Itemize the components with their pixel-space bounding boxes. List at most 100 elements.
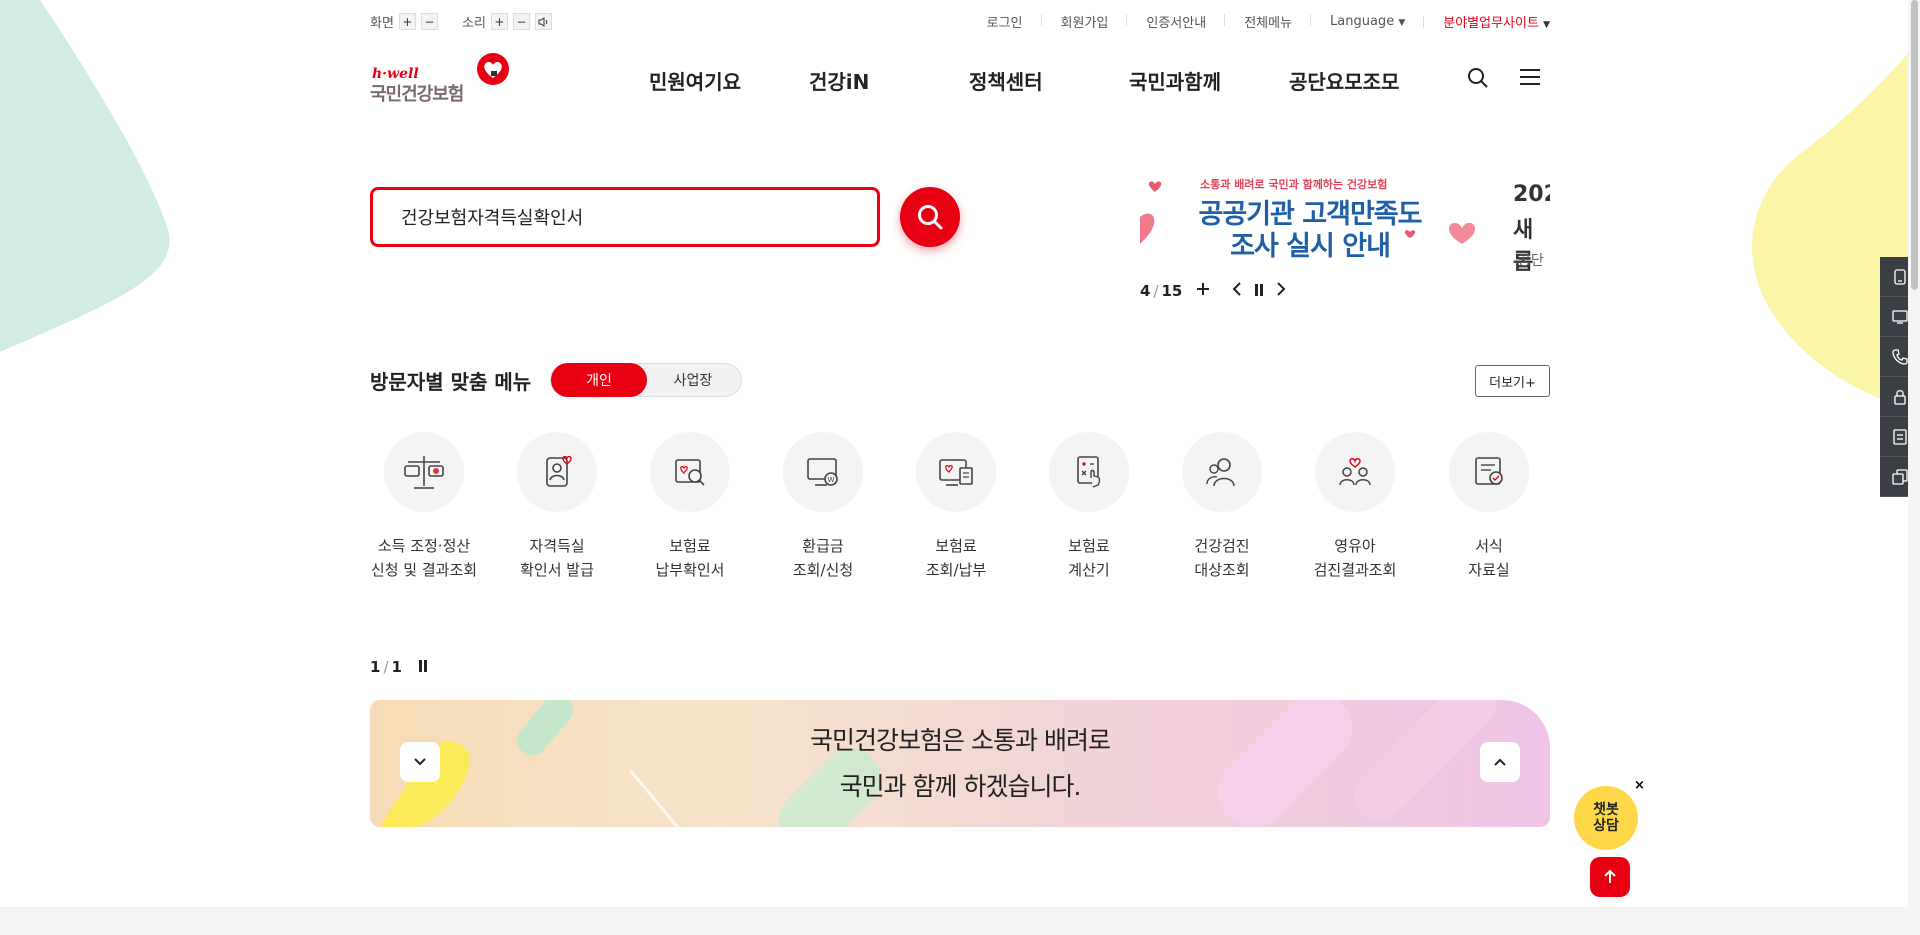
service-income-adjustment[interactable]: 소득 조정·정산신청 및 결과조회	[357, 432, 491, 582]
main-search-input[interactable]: 건강보험자격득실확인서	[370, 187, 880, 247]
banner-plus-icon[interactable]	[1196, 282, 1210, 300]
promo-strip: 국민건강보험은 소통과 배려로 국민과 함께 하겠습니다.	[370, 700, 1550, 827]
promo-pager: 1/1	[370, 658, 428, 676]
certificate-guide-link[interactable]: 인증서안내	[1127, 12, 1226, 31]
caret-down-icon: ▼	[1543, 20, 1550, 30]
nav-item-civil-service[interactable]: 민원여기요	[649, 66, 741, 95]
volume-down-button[interactable]: −	[512, 13, 530, 30]
banner-total: 15	[1161, 282, 1183, 300]
service-label-line1: 서식	[1475, 537, 1503, 555]
sound-control: 소리 + −	[462, 12, 552, 31]
calculator-icon	[1077, 456, 1101, 488]
service-label-line1: 보험료	[669, 537, 711, 555]
login-link[interactable]: 로그인	[968, 12, 1042, 31]
promo-slash: /	[383, 658, 389, 676]
tab-business[interactable]: 사업장	[645, 364, 741, 396]
svg-text:W: W	[828, 476, 835, 484]
volume-up-button[interactable]: +	[490, 13, 508, 30]
language-select[interactable]: Language ▼	[1311, 14, 1425, 29]
service-label-line2: 계산기	[1068, 561, 1110, 579]
service-infant-checkup-results[interactable]: 영유아검진결과조회	[1288, 432, 1422, 582]
chevron-up-icon	[1494, 758, 1506, 766]
service-refund[interactable]: W 환급금 조회/신청	[756, 432, 890, 582]
service-label-line1: 영유아	[1334, 537, 1376, 555]
signup-link[interactable]: 회원가입	[1042, 12, 1128, 31]
chevron-down-icon	[414, 758, 426, 766]
chatbot-close-button[interactable]: ×	[1634, 778, 1645, 793]
scroll-top-button[interactable]	[1590, 857, 1630, 897]
footer-band	[0, 907, 1920, 935]
people-icon	[1206, 458, 1235, 487]
chatbot-label-1: 챗봇	[1593, 802, 1619, 818]
field-site-select[interactable]: 분야별업무사이트 ▼	[1424, 12, 1550, 31]
service-label-line2: 납부확인서	[655, 561, 725, 579]
service-label-line1: 소득 조정·정산	[377, 537, 471, 555]
banner-slash: /	[1153, 282, 1159, 300]
screen-zoom-label: 화면	[370, 16, 394, 31]
page-scrollbar[interactable]	[1908, 0, 1920, 935]
banner-pause-icon[interactable]	[1254, 282, 1264, 300]
promo-line-2: 국민과 함께 하겠습니다.	[839, 772, 1082, 801]
service-forms-library[interactable]: 서식자료실	[1422, 432, 1556, 582]
banner-headline-2: 조사 실시 안내	[1230, 231, 1391, 262]
nhis-logo[interactable]: h·well 국민건강보험	[370, 52, 515, 105]
service-label-line1: 환급금	[802, 537, 844, 555]
promo-pause-icon[interactable]	[418, 658, 428, 676]
service-label-line2: 자료실	[1468, 561, 1510, 579]
monitor-coin-icon: W	[807, 458, 838, 486]
banner-subtitle: 소통과 배려로 국민과 함께하는 건강보험	[1200, 178, 1388, 191]
speaker-icon[interactable]	[534, 13, 552, 30]
nav-item-policy-center[interactable]: 정책센터	[969, 66, 1043, 95]
field-site-label: 분야별업무사이트	[1443, 16, 1539, 31]
header-search-icon[interactable]	[1467, 67, 1489, 93]
nav-item-with-citizens[interactable]: 국민과함께	[1129, 66, 1221, 95]
id-card-heart-icon	[546, 455, 572, 487]
search-button[interactable]	[900, 187, 960, 247]
search-icon	[918, 205, 943, 230]
next-banner-line-3: -공단	[1513, 253, 1544, 269]
family-heart-icon	[1339, 458, 1371, 486]
tab-personal[interactable]: 개인	[551, 363, 647, 397]
promo-expand-button[interactable]	[400, 742, 440, 782]
service-eligibility-certificate[interactable]: 자격득실확인서 발급	[490, 432, 624, 582]
heart-logo-icon	[477, 53, 509, 85]
service-label-line1: 건강검진	[1194, 537, 1250, 555]
chatbot-label-2: 상담	[1593, 818, 1619, 834]
caret-down-icon: ▼	[1398, 18, 1406, 28]
service-label-line2: 신청 및 결과조회	[370, 561, 478, 579]
service-health-checkup-target[interactable]: 건강검진대상조회	[1155, 432, 1289, 582]
banner-prev-icon[interactable]	[1232, 282, 1242, 300]
zoom-in-button[interactable]: +	[398, 13, 416, 30]
service-label-line2: 조회/납부	[925, 561, 987, 579]
banner-next-icon[interactable]	[1276, 282, 1286, 300]
service-label-line1: 보험료	[935, 537, 977, 555]
promo-total: 1	[391, 658, 402, 676]
service-premium-payment-certificate[interactable]: 보험료납부확인서	[623, 432, 757, 582]
promo-line-1: 국민건강보험은 소통과 배려로	[810, 726, 1111, 755]
service-label-line1: 자격득실	[529, 537, 585, 555]
search-document-icon	[675, 459, 705, 486]
form-check-icon	[1475, 457, 1503, 485]
full-menu-link[interactable]: 전체메뉴	[1225, 12, 1311, 31]
screen-zoom-control: 화면 + −	[370, 12, 438, 31]
hamburger-menu-icon[interactable]	[1519, 68, 1541, 90]
promo-collapse-button[interactable]	[1480, 742, 1520, 782]
nav-item-about-nhis[interactable]: 공단요모조모	[1289, 66, 1399, 95]
nav-item-health-in[interactable]: 건강iN	[809, 66, 869, 95]
scrollbar-thumb[interactable]	[1911, 0, 1918, 290]
chatbot-button[interactable]: 챗봇 상담	[1574, 786, 1638, 850]
sound-label: 소리	[462, 16, 486, 31]
zoom-out-button[interactable]: −	[420, 13, 438, 30]
notice-banner[interactable]: 소통과 배려로 국민과 함께하는 건강보험 공공기관 고객만족도 조사 실시 안…	[1140, 172, 1550, 272]
more-button[interactable]: 더보기+	[1475, 365, 1550, 397]
service-label-line2: 확인서 발급	[520, 561, 594, 579]
service-label-line2: 검진결과조회	[1313, 561, 1397, 579]
service-premium-calculator[interactable]: 보험료 계산기	[1022, 432, 1156, 582]
service-premium-inquiry-payment[interactable]: 보험료조회/납부	[889, 432, 1023, 582]
service-label-line2: 대상조회	[1194, 561, 1250, 579]
visitor-menu-title: 방문자별 맞춤 메뉴	[370, 370, 532, 394]
background-shape-left	[0, 0, 170, 352]
logo-name: 국민건강보험	[370, 84, 464, 105]
utility-bar: 화면 + − 소리 + − 로그인 회원가입 인증서안내 전체메뉴 Langua…	[370, 8, 1550, 34]
utility-nav: 로그인 회원가입 인증서안내 전체메뉴 Language ▼ 분야별업무사이트 …	[968, 12, 1550, 31]
